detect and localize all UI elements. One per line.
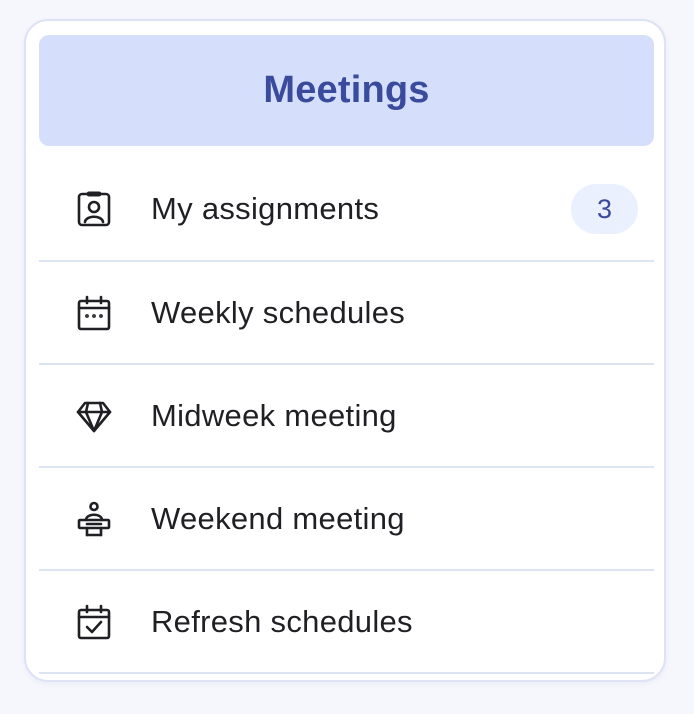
meetings-menu: My assignments 3 Weekly schedules Midwee… bbox=[39, 158, 654, 674]
meetings-card: Meetings My assignments 3 Weekly schedul… bbox=[24, 19, 666, 682]
speaker-podium-icon bbox=[75, 500, 113, 538]
menu-item-refresh-schedules[interactable]: Refresh schedules bbox=[39, 571, 654, 674]
menu-item-label: My assignments bbox=[151, 191, 380, 226]
menu-item-label: Midweek meeting bbox=[151, 397, 397, 433]
menu-item-weekly-schedules[interactable]: Weekly schedules bbox=[39, 262, 654, 365]
meetings-header: Meetings bbox=[39, 35, 654, 146]
menu-item-label: Weekend meeting bbox=[151, 500, 405, 536]
menu-item-label: Refresh schedules bbox=[151, 603, 413, 639]
assignment-badge-icon bbox=[75, 190, 113, 228]
menu-item-midweek-meeting[interactable]: Midweek meeting bbox=[39, 365, 654, 468]
calendar-icon bbox=[75, 294, 113, 332]
count-badge: 3 bbox=[571, 184, 638, 234]
menu-item-label: Weekly schedules bbox=[151, 294, 406, 330]
header-title: Meetings bbox=[263, 69, 430, 111]
diamond-icon bbox=[75, 397, 113, 435]
menu-item-weekend-meeting[interactable]: Weekend meeting bbox=[39, 468, 654, 571]
menu-item-my-assignments[interactable]: My assignments 3 bbox=[39, 158, 654, 262]
calendar-check-icon bbox=[75, 603, 113, 641]
